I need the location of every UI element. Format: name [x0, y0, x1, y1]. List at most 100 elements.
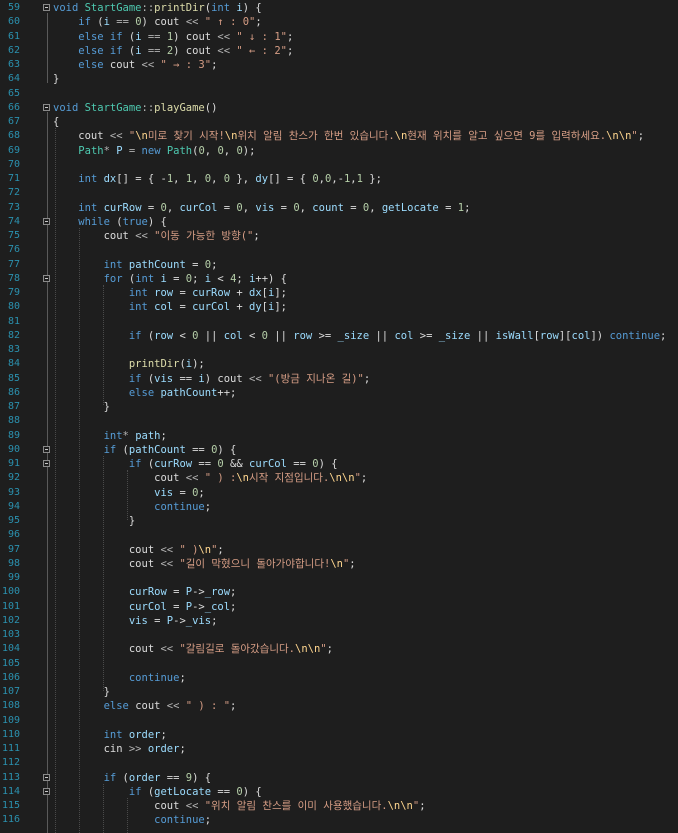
code-token: \n [394, 130, 408, 143]
code-line[interactable]: 63 else cout << " → : 3"; [0, 58, 678, 72]
code-token: = [166, 586, 186, 599]
code-line[interactable]: 92 cout << " ) :\n시작 지점입니다.\n\n"; [0, 471, 678, 485]
code-line[interactable]: 78 for (int i = 0; i < 4; i++) { [0, 272, 678, 286]
collapse-toggle-icon[interactable] [43, 445, 50, 453]
code-line[interactable]: 110 int order; [0, 728, 678, 742]
code-token: order [147, 743, 180, 755]
code-editor[interactable]: 59 void StartGame::printDir(int i) {60 if… [0, 0, 678, 833]
collapse-toggle-icon[interactable] [43, 274, 50, 282]
code-line[interactable]: 113 if (order == 9) { [0, 771, 678, 785]
code-token: { [53, 116, 60, 128]
code-token: while [78, 215, 117, 228]
code-line[interactable]: 111 cin >> order; [0, 742, 678, 756]
code-line[interactable]: 65 [0, 87, 678, 101]
code-line[interactable]: 74 while (true) { [0, 215, 678, 229]
code-line[interactable]: 77 int pathCount = 0; [0, 258, 678, 272]
code-line[interactable]: 90 if (pathCount == 0) { [0, 443, 678, 457]
code-line[interactable]: 116 continue; [0, 813, 678, 827]
code-line[interactable]: 102 vis = P->_vis; [0, 614, 678, 628]
code-token: ]; [274, 301, 287, 314]
code-line[interactable]: 81 [0, 315, 678, 329]
code-token: if [128, 785, 148, 798]
code-token: cout [53, 543, 161, 556]
code-line[interactable]: 61 else if (i == 1) cout << " ↓ : 1"; [0, 30, 678, 44]
code-token: ; [230, 586, 237, 599]
code-token: >= [413, 329, 439, 342]
code-line[interactable]: 88 [0, 414, 678, 428]
code-line[interactable]: 89 int* path; [0, 429, 678, 443]
code-line[interactable]: 70 [0, 158, 678, 172]
code-line[interactable]: 107 } [0, 685, 678, 699]
line-number: 107 [1, 686, 20, 697]
collapse-toggle-icon[interactable] [43, 103, 50, 111]
code-line[interactable]: 83 [0, 343, 678, 357]
code-line[interactable]: 98 cout << "길이 막혔으니 돌아가야합니다!\n"; [0, 557, 678, 571]
code-line[interactable]: 105 [0, 657, 678, 671]
code-line[interactable]: 104 cout << "갈림길로 돌아갔습니다.\n\n"; [0, 642, 678, 656]
code-line[interactable]: 99 [0, 571, 678, 585]
code-line[interactable]: 93 vis = 0; [0, 486, 678, 500]
code-token: pathCount [160, 386, 218, 399]
code-token: == [185, 443, 212, 456]
collapse-toggle-icon[interactable] [43, 773, 50, 781]
code-line[interactable]: 73 int curRow = 0, curCol = 0, vis = 0, … [0, 201, 678, 215]
collapse-toggle-icon[interactable] [43, 4, 50, 11]
code-token: ) cout [204, 372, 250, 385]
code-token: , [211, 173, 224, 185]
code-line[interactable]: 115 cout << "위치 알림 찬스를 이미 사용했습니다.\n\n"; [0, 799, 678, 813]
code-line[interactable]: 67 { [0, 115, 678, 129]
code-token: << [160, 557, 180, 570]
code-token: " ↓ : 1" [236, 30, 287, 43]
code-text: Path* P = new Path(0, 0, 0); [53, 144, 255, 158]
code-line[interactable]: 108 else cout << " ) : "; [0, 699, 678, 713]
line-number: 111 [1, 743, 20, 754]
code-line[interactable]: 62 else if (i == 2) cout << " ← : 2"; [0, 44, 678, 58]
collapse-toggle-icon[interactable] [43, 217, 50, 225]
code-line[interactable]: 76 [0, 243, 678, 257]
code-line[interactable]: 87 } [0, 400, 678, 414]
line-number: 93 [7, 486, 20, 498]
code-line[interactable]: 106 continue; [0, 671, 678, 685]
code-token: [] = { - [116, 173, 167, 185]
code-line[interactable]: 68 cout << "\n미로 찾기 시작!\n위치 알림 찬스가 한번 있습… [0, 129, 678, 143]
code-line[interactable]: 112 [0, 756, 678, 770]
code-text: if (curRow == 0 && curCol == 0) { [53, 457, 338, 471]
code-line[interactable]: 71 int dx[] = { -1, 1, 0, 0 }, dy[] = { … [0, 172, 678, 186]
code-line[interactable]: 109 [0, 714, 678, 728]
code-line[interactable]: 60 if (i == 0) cout << " ↑ : 0"; [0, 15, 678, 29]
code-token: ; [230, 600, 237, 613]
code-line[interactable]: 69 Path* P = new Path(0, 0, 0); [0, 144, 678, 158]
code-line[interactable]: 100 curRow = P->_row; [0, 585, 678, 599]
code-line[interactable]: 72 [0, 186, 678, 200]
code-token: row [154, 287, 174, 299]
code-token: + [230, 287, 249, 299]
code-line[interactable]: 75 cout << "이동 가능한 방향("; [0, 229, 678, 243]
code-line[interactable]: 59 void StartGame::printDir(int i) { [0, 1, 678, 15]
code-line[interactable]: 94 continue; [0, 500, 678, 514]
code-line[interactable]: 82 if (row < 0 || col < 0 || row >= _siz… [0, 329, 678, 343]
code-line[interactable]: 79 int row = curRow + dx[i]; [0, 286, 678, 300]
code-token: >> [128, 743, 148, 755]
code-line[interactable]: 96 [0, 528, 678, 542]
code-line[interactable]: 114 if (getLocate == 0) { [0, 785, 678, 799]
code-line[interactable]: 95 } [0, 514, 678, 528]
code-line[interactable]: 97 cout << " )\n"; [0, 543, 678, 557]
code-line[interactable]: 85 if (vis == i) cout << "(방금 지나온 길)"; [0, 372, 678, 386]
code-token: ) cout [173, 30, 218, 43]
code-token: -> [173, 614, 186, 627]
code-line[interactable]: 80 int col = curCol + dy[i]; [0, 300, 678, 314]
code-token: Path [78, 144, 104, 157]
code-token: = [274, 201, 294, 214]
code-line[interactable]: 66 void StartGame::playGame() [0, 101, 678, 115]
code-line[interactable]: 84 printDir(i); [0, 357, 678, 371]
code-line[interactable]: 64} [0, 72, 678, 86]
code-line[interactable]: 91 if (curRow == 0 && curCol == 0) { [0, 457, 678, 471]
code-line[interactable]: 101 curCol = P->_col; [0, 600, 678, 614]
collapse-toggle-icon[interactable] [43, 460, 50, 467]
collapse-toggle-icon[interactable] [43, 787, 50, 795]
code-line[interactable]: 86 else pathCount++; [0, 386, 678, 400]
code-line[interactable]: 103 [0, 628, 678, 642]
